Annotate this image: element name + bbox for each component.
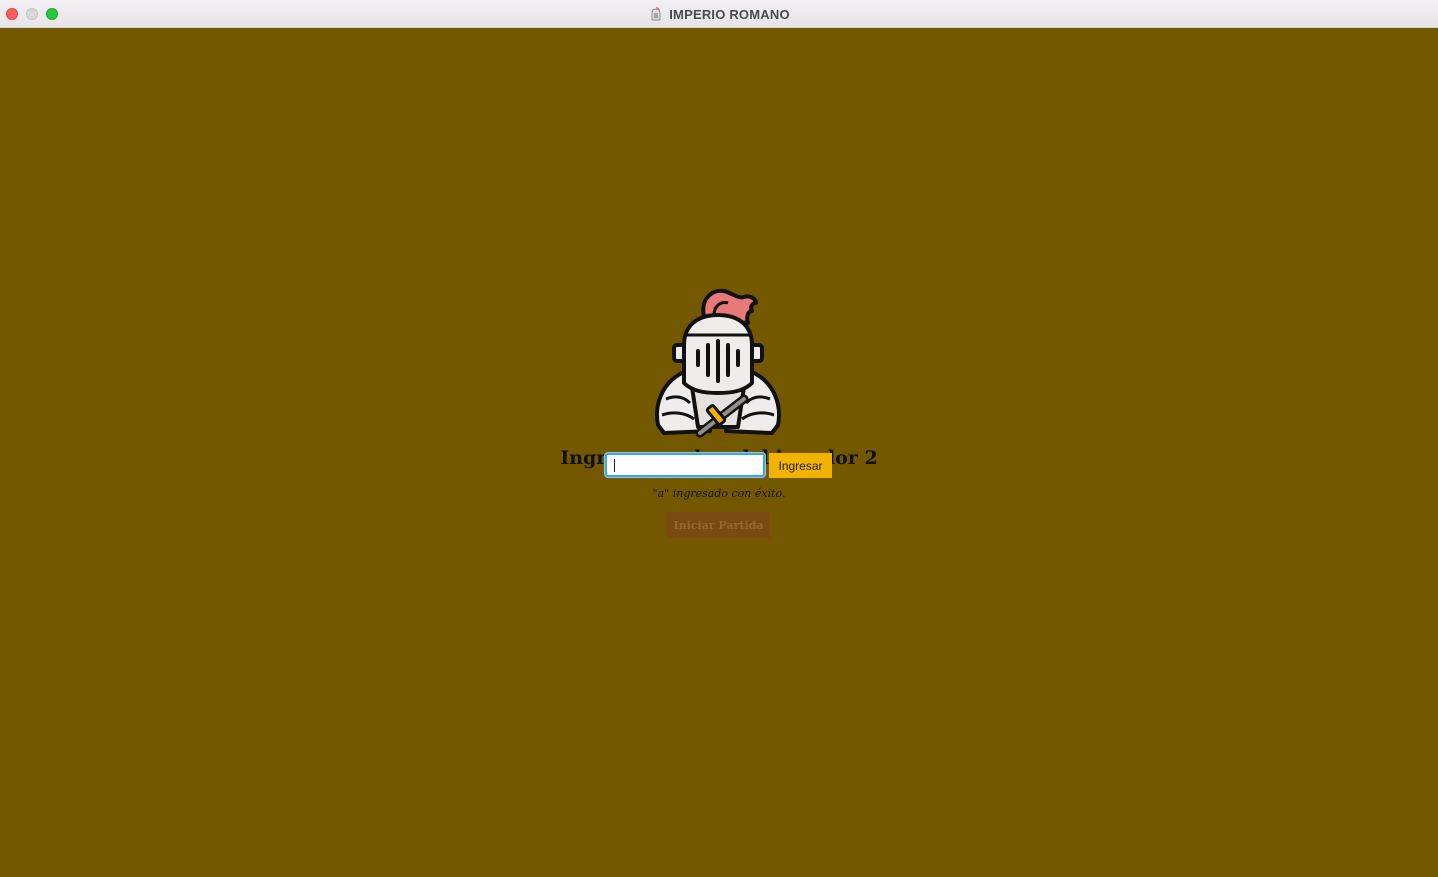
- app-window: IMPERIO ROMANO Ingrese 2 Ingresar "a" in…: [0, 0, 1438, 877]
- window-title-group: IMPERIO ROMANO: [0, 0, 1438, 28]
- knight-icon: [655, 288, 781, 438]
- status-message: "a" ingresado con éxito.: [652, 487, 786, 500]
- start-game-button[interactable]: Iniciar Partida: [667, 512, 770, 538]
- knight-helmet-icon: [651, 7, 661, 21]
- ingresar-button[interactable]: Ingresar: [769, 453, 832, 478]
- title-bar[interactable]: IMPERIO ROMANO: [0, 0, 1438, 28]
- window-title: IMPERIO ROMANO: [669, 6, 790, 22]
- player-name-input[interactable]: [605, 453, 765, 477]
- text-caret: [614, 459, 615, 472]
